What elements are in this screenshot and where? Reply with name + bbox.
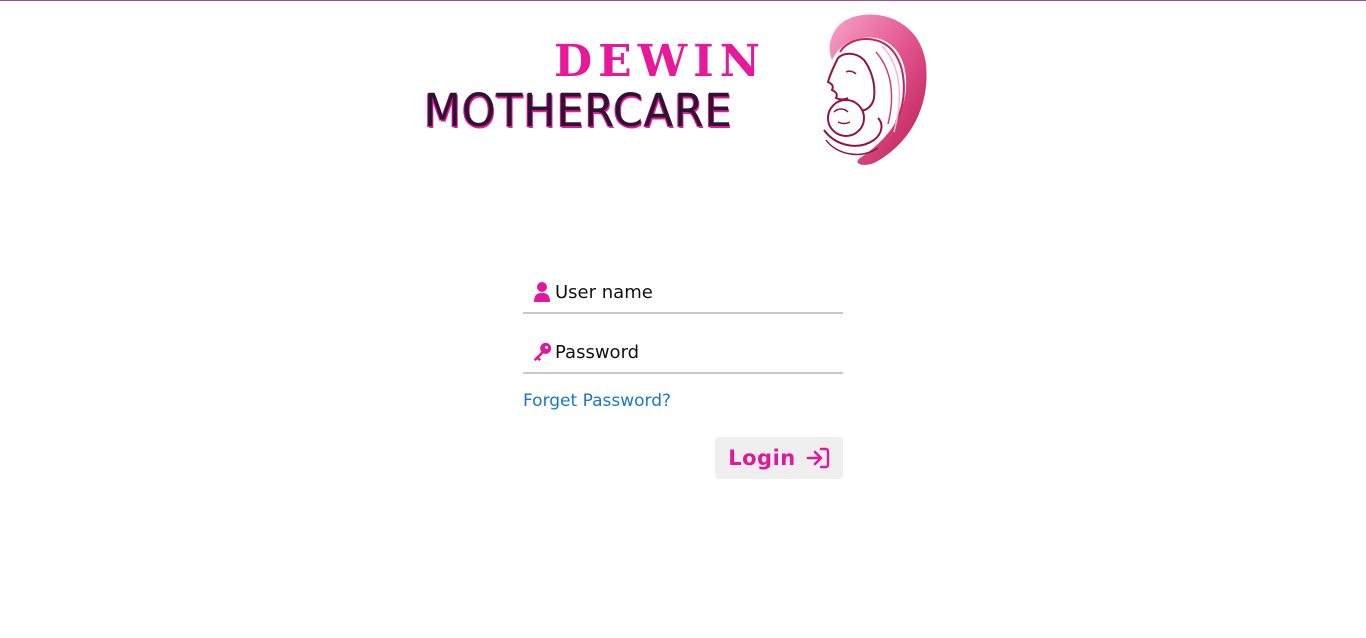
logo-text-dewin: DEWIN: [554, 36, 766, 87]
user-icon: [532, 281, 552, 303]
top-border-line: [0, 0, 1366, 1]
username-field: [523, 272, 843, 314]
password-field: [523, 332, 843, 374]
sign-in-arrow-icon: [806, 447, 830, 469]
login-button-label: Login: [728, 446, 796, 470]
mother-baby-logo-icon: [823, 14, 927, 165]
login-button[interactable]: Login: [715, 437, 843, 479]
password-input[interactable]: [555, 341, 825, 363]
brand-logo: DEWIN MOTHERCARE: [418, 12, 930, 170]
logo-text-mothercare: MOTHERCARE: [424, 84, 733, 137]
forgot-password-link[interactable]: Forget Password?: [523, 390, 671, 412]
login-form: [523, 272, 843, 374]
key-icon: [532, 341, 552, 363]
username-input[interactable]: [555, 281, 825, 303]
